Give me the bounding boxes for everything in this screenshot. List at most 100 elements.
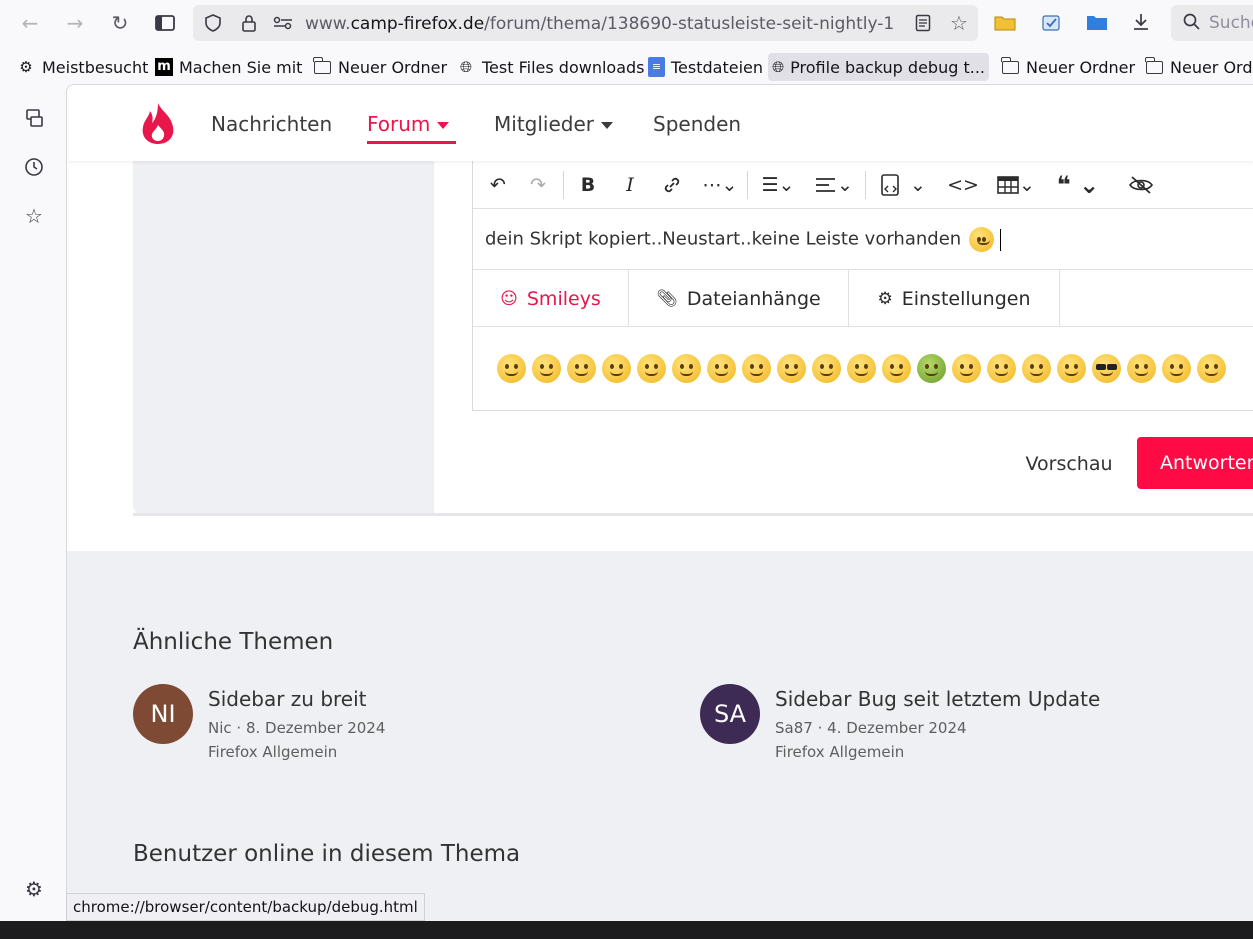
url-bar[interactable]: www.camp-firefox.de/forum/thema/138690-s… <box>193 5 978 41</box>
bookmarks-star-icon[interactable]: ☆ <box>20 202 48 230</box>
reader-view-icon[interactable] <box>911 12 935 34</box>
extension-icon[interactable] <box>1038 9 1064 35</box>
italic-icon[interactable]: I <box>617 171 643 199</box>
smiley-upside-down-icon[interactable] <box>1022 354 1051 383</box>
smiley-laugh-icon[interactable] <box>672 354 701 383</box>
site-header: Nachrichten Forum Mitglieder Spenden <box>67 85 1253 161</box>
smiley-thinking-icon[interactable] <box>987 354 1016 383</box>
avatar[interactable]: NI <box>133 684 193 744</box>
shield-icon[interactable] <box>201 12 225 34</box>
editor-input[interactable]: dein Skript kopiert..Neustart..keine Lei… <box>485 227 1001 252</box>
smiley-tired-icon[interactable] <box>952 354 981 383</box>
smiley-angry-icon[interactable] <box>742 354 771 383</box>
bookmark-label: Meistbesucht <box>42 57 149 77</box>
bookmark-machen-sie-mit[interactable]: m Machen Sie mit <box>151 53 306 81</box>
online-users-title: Benutzer online in diesem Thema <box>133 841 521 867</box>
history-icon[interactable] <box>20 153 48 181</box>
menu-news[interactable]: Nachrichten <box>211 112 332 136</box>
smiley-sick-icon[interactable] <box>917 354 946 383</box>
doc-icon: ≡ <box>648 57 665 77</box>
download-icon[interactable] <box>1128 9 1154 35</box>
settings-gear-icon[interactable]: ⚙ <box>20 875 48 903</box>
back-icon[interactable]: ← <box>15 8 45 38</box>
site-logo-flame-icon[interactable] <box>137 101 179 145</box>
smiley-unamused-icon[interactable] <box>1057 354 1086 383</box>
bookmark-folder-3[interactable]: Neuer Ordr <box>1142 53 1253 81</box>
list-icon[interactable]: ☰⌄ <box>757 171 799 199</box>
url-prefix: www. <box>305 14 351 34</box>
forward-icon[interactable]: → <box>60 8 90 38</box>
smiley-crazy-icon[interactable] <box>847 354 876 383</box>
topic-title[interactable]: Sidebar Bug seit letztem Update <box>775 687 1100 711</box>
url-text[interactable]: www.camp-firefox.de/forum/thema/138690-s… <box>305 14 905 34</box>
status-bar-url: chrome://browser/content/backup/debug.ht… <box>66 893 425 921</box>
tab-smileys[interactable]: ☺ Smileys <box>473 270 629 327</box>
bold-icon[interactable]: B <box>575 171 601 199</box>
bookmark-star-icon[interactable]: ☆ <box>947 11 971 35</box>
smiley-kiss-icon[interactable] <box>777 354 806 383</box>
bookmark-test-files[interactable]: 🌐︎ Test Files downloads <box>452 53 649 81</box>
undo-icon[interactable]: ↶ <box>485 171 511 199</box>
align-icon[interactable]: ⌄ <box>811 171 857 199</box>
sidebar-toggle-icon[interactable] <box>150 8 180 38</box>
post-shadow <box>133 513 1253 516</box>
smiley-grin-icon[interactable] <box>637 354 666 383</box>
table-icon[interactable]: ⌄ <box>991 171 1041 199</box>
smiley-cool-icon[interactable] <box>1092 354 1121 383</box>
tab-smileys-label: Smileys <box>526 287 601 310</box>
folder-icon <box>313 56 331 74</box>
tab-settings[interactable]: ⚙ Einstellungen <box>849 270 1060 327</box>
bookmark-meistbesucht[interactable]: ⚙ Meistbesucht <box>12 53 152 81</box>
page-footer-section: Ähnliche Themen NI Sidebar zu breit Nic … <box>67 551 1253 921</box>
preview-button[interactable]: Vorschau <box>1004 444 1134 484</box>
menu-members-label: Mitglieder <box>494 112 594 136</box>
bookmark-folder-2[interactable]: Neuer Ordner <box>998 53 1139 81</box>
smiley-shock-icon[interactable] <box>882 354 911 383</box>
lock-icon[interactable] <box>237 12 261 34</box>
hide-content-icon[interactable] <box>1127 171 1155 199</box>
topic-category[interactable]: Firefox Allgemein <box>775 743 904 761</box>
avatar[interactable]: SA <box>700 684 760 744</box>
gear-icon: ⚙ <box>19 58 33 76</box>
topic-author[interactable]: Sa87 <box>775 719 813 737</box>
code-block-icon[interactable]: ⌄ <box>875 171 931 199</box>
smiley-neutral-icon[interactable] <box>812 354 841 383</box>
folder-toolbar-icon[interactable] <box>992 9 1018 35</box>
reply-button[interactable]: Antworten <box>1137 437 1253 489</box>
bookmark-profile-backup[interactable]: 🌐︎ Profile backup debug t... <box>768 53 989 81</box>
link-icon[interactable] <box>659 171 685 199</box>
smiley-smile-icon[interactable] <box>497 354 526 383</box>
permissions-icon[interactable] <box>271 12 295 34</box>
url-domain: camp-firefox.de <box>350 14 485 34</box>
chevron-down-icon <box>437 122 450 129</box>
tab-attachments[interactable]: 📎︎ Dateianhänge <box>629 270 849 327</box>
menu-members[interactable]: Mitglieder <box>494 112 613 136</box>
menu-forum[interactable]: Forum <box>367 112 450 136</box>
smiley-surprised-icon[interactable] <box>1162 354 1191 383</box>
search-icon <box>1183 13 1201 35</box>
topic-category[interactable]: Firefox Allgemein <box>208 743 337 761</box>
bookmark-testdateien[interactable]: ≡ Testdateien <box>644 53 767 81</box>
quote-icon[interactable]: ❝ ⌄ <box>1053 171 1103 199</box>
blue-folder-icon[interactable] <box>1084 9 1110 35</box>
topic-author[interactable]: Nic <box>208 719 232 737</box>
smiley-tongue-icon[interactable] <box>602 354 631 383</box>
topic-title[interactable]: Sidebar zu breit <box>208 687 367 711</box>
reload-icon[interactable]: ↻ <box>105 8 135 38</box>
smiley-eyeroll-icon[interactable] <box>1197 354 1226 383</box>
smiley-sad-icon[interactable] <box>532 354 561 383</box>
browser-sidebar: ☆ ⚙ <box>0 84 66 921</box>
bookmark-folder-1[interactable]: Neuer Ordner <box>310 53 451 81</box>
smiley-cry-icon[interactable] <box>707 354 736 383</box>
bookmark-label: Neuer Ordr <box>1170 57 1253 77</box>
inline-code-icon[interactable]: <> <box>947 171 979 199</box>
similar-topics-title: Ähnliche Themen <box>133 629 334 655</box>
search-box[interactable]: Suche <box>1171 5 1253 41</box>
more-formatting-icon[interactable]: ⋯⌄ <box>699 171 741 199</box>
smiley-confused-icon[interactable] <box>1127 354 1156 383</box>
globe-icon: 🌐︎ <box>772 58 785 76</box>
redo-icon[interactable]: ↷ <box>525 171 551 199</box>
menu-donate[interactable]: Spenden <box>653 112 741 136</box>
smiley-wink-icon[interactable] <box>567 354 596 383</box>
synced-tabs-icon[interactable] <box>20 104 48 132</box>
